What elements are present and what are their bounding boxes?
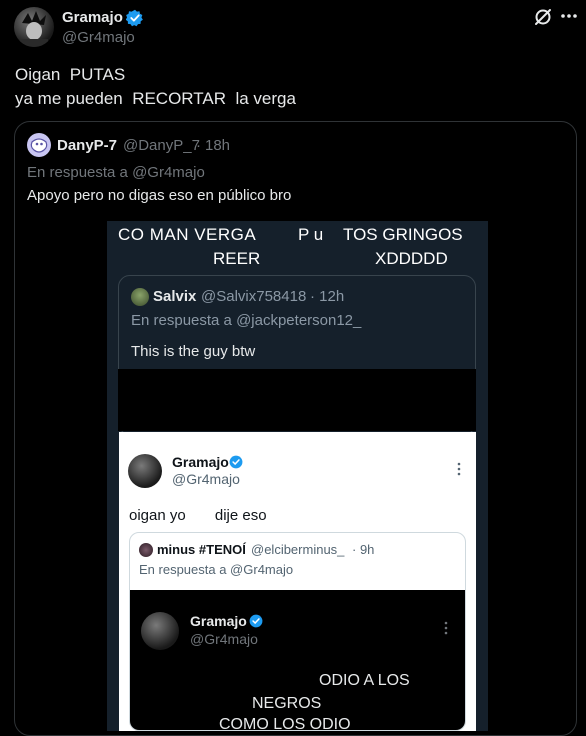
minus-name: minus #TENOÍ: [157, 542, 246, 557]
inner-tweet-text: oigan yo dije eso: [129, 507, 267, 524]
inner-more-icon: [457, 462, 461, 476]
meme-caption-right-1: TOS GRINGOS: [343, 225, 463, 244]
inner-author-handle: @Gr4majo: [172, 471, 240, 487]
author-handle[interactable]: @Gr4majo: [62, 29, 135, 46]
salvix-text: This is the guy btw: [131, 343, 256, 360]
verified-badge-icon: [126, 9, 143, 27]
quoted-reply-to[interactable]: En respuesta a @Gr4majo: [27, 164, 205, 181]
inner-author-name: Gramajo: [172, 454, 229, 470]
minus-time: · 9h: [352, 542, 375, 557]
salvix-media: [118, 369, 476, 431]
salvix-handle: @Salvix758418: [201, 288, 307, 305]
inner-avatar: [128, 454, 162, 488]
more-options-icon[interactable]: [561, 13, 577, 19]
meme-image[interactable]: CO MAN VERGA REER P u TOS GRINGOS XDDDDD…: [107, 221, 488, 731]
deep-avatar: [141, 612, 179, 650]
author-name[interactable]: Gramajo: [62, 9, 123, 26]
meme-caption-right-2: XDDDDD: [375, 249, 448, 268]
salvix-reply-to: En respuesta a @jackpeterson12_: [131, 312, 362, 329]
deep-text-line-1: ODIO A LOS: [319, 672, 410, 689]
tweet-text-line-1: Oigan PUTAS: [15, 65, 126, 84]
meme-caption-left-1: CO MAN VERGA: [118, 225, 257, 244]
salvix-time: · 12h: [310, 288, 345, 305]
deep-author-name: Gramajo: [190, 613, 247, 629]
author-avatar[interactable]: [14, 7, 54, 47]
salvix-name: Salvix: [153, 288, 197, 305]
deep-text-line-2: NEGROS: [252, 695, 322, 712]
inner-screenshot: Gramajo @Gr4majo oigan yo dije eso minus…: [119, 432, 476, 731]
tweet-text-line-2: ya me pueden RECORTAR la verga: [15, 89, 296, 108]
salvix-avatar: [131, 288, 149, 306]
quoted-time-separator: ·: [196, 137, 201, 154]
quoted-tweet-text: Apoyo pero no digas eso en público bro: [27, 187, 292, 204]
deep-text-line-3: COMO LOS ODIO: [219, 716, 351, 731]
quoted-time[interactable]: 18h: [205, 137, 230, 154]
quoted-author-handle[interactable]: @DanyP_7: [123, 137, 200, 154]
deep-author-handle: @Gr4majo: [190, 631, 258, 647]
meme-caption-left-2: REER: [213, 249, 261, 268]
minus-reply-to: En respuesta a @Gr4majo: [139, 562, 294, 577]
grok-icon[interactable]: [533, 7, 553, 27]
inner-quote-card: minus #TENOÍ @elciberminus_ · 9h En resp…: [129, 532, 466, 731]
inner-verified-badge-icon: [229, 455, 243, 469]
deep-verified-badge-icon: [249, 614, 263, 628]
deep-more-icon: [444, 621, 448, 635]
quoted-author-avatar: [27, 133, 51, 157]
meme-caption-mid: P u: [298, 225, 324, 244]
deep-screenshot: Gramajo @Gr4majo ODIO A LOS NEGROS COMO …: [130, 590, 465, 731]
minus-handle: @elciberminus_: [251, 542, 345, 557]
minus-avatar: [139, 543, 153, 557]
quoted-author-name[interactable]: DanyP-7: [57, 137, 117, 154]
